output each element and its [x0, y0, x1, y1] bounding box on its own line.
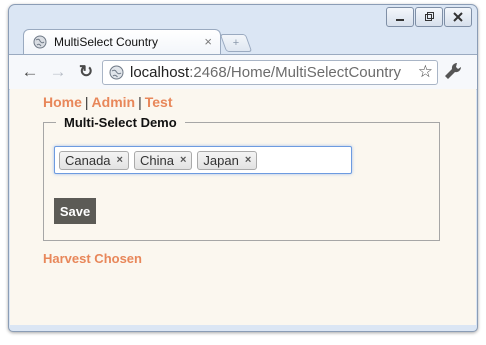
remove-choice-icon[interactable]: × [245, 154, 251, 166]
globe-icon [33, 35, 47, 49]
window-controls [386, 7, 472, 27]
minimize-icon [396, 19, 404, 21]
new-tab-button[interactable]: + [219, 34, 253, 52]
url-text: localhost:2468/Home/MultiSelectCountry [130, 64, 401, 81]
reload-button[interactable]: ↻ [75, 61, 97, 83]
wrench-icon[interactable] [443, 61, 463, 81]
country-multiselect[interactable]: Canada × China × Japan × [54, 146, 352, 174]
restore-icon [425, 12, 434, 21]
bookmark-star-icon[interactable]: ☆ [418, 62, 433, 82]
choice-label: Canada [65, 152, 111, 168]
tab-title: MultiSelect Country [54, 35, 159, 49]
choice-label: China [139, 152, 174, 168]
forward-arrow-icon: → [49, 62, 67, 81]
browser-tab[interactable]: MultiSelect Country × [23, 29, 221, 55]
url-host: localhost [130, 64, 190, 81]
choice-label: Japan [203, 152, 239, 168]
fieldset-legend: Multi-Select Demo [64, 115, 177, 130]
nav-link-admin[interactable]: Admin [92, 94, 136, 110]
nav-link-home[interactable]: Home [43, 94, 82, 110]
nav-separator: | [84, 94, 89, 110]
nav-link-test[interactable]: Test [145, 94, 173, 110]
forward-button[interactable]: → [47, 61, 69, 83]
selected-choice-china: China × [133, 150, 193, 170]
page-globe-icon [109, 65, 124, 80]
harvest-chosen-link[interactable]: Harvest Chosen [43, 251, 142, 266]
reload-icon: ↻ [78, 62, 94, 81]
selected-choice-canada: Canada × [59, 150, 129, 170]
save-button[interactable]: Save [54, 198, 96, 224]
browser-window: MultiSelect Country × + ← → ↻ localhost:… [8, 4, 478, 332]
multi-select-fieldset: Multi-Select Demo Canada × China × Japan… [43, 115, 440, 241]
selected-choice-japan: Japan × [197, 150, 258, 170]
url-path: :2468/Home/MultiSelectCountry [189, 64, 401, 81]
address-bar[interactable]: localhost:2468/Home/MultiSelectCountry ☆ [102, 60, 438, 85]
remove-choice-icon[interactable]: × [117, 154, 123, 166]
remove-choice-icon[interactable]: × [180, 154, 186, 166]
page-content: Home | Admin | Test Multi-Select Demo Canada… [10, 89, 476, 325]
tab-close-icon[interactable]: × [204, 34, 212, 49]
close-window-button[interactable] [444, 7, 472, 27]
close-icon [453, 12, 463, 22]
browser-toolbar: ← → ↻ localhost:2468/Home/MultiSelectCou… [9, 54, 477, 90]
site-nav: Home | Admin | Test [43, 94, 173, 110]
minimize-button[interactable] [386, 7, 414, 27]
nav-separator: | [138, 94, 142, 110]
back-button[interactable]: ← [19, 61, 41, 83]
back-arrow-icon: ← [21, 62, 39, 81]
restore-button[interactable] [415, 7, 443, 27]
plus-icon: + [232, 37, 240, 49]
